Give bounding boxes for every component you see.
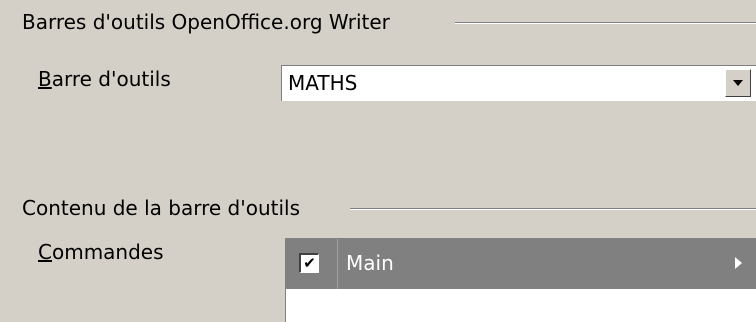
commands-list[interactable]: ✔ Main [285,238,756,322]
chevron-right-icon[interactable] [735,257,742,269]
group-title-toolbars: Barres d'outils OpenOffice.org Writer [22,10,398,34]
group-title-toolbar-content: Contenu de la barre d'outils [22,196,309,220]
list-item-label: Main [346,251,394,275]
toolbar-label-text: arre d'outils [51,67,171,91]
toolbar-select-value: MATHS [288,71,358,95]
commands-label-accelerator: C [38,240,52,264]
chevron-down-icon [733,80,743,86]
group-separator-toolbars [455,22,756,24]
toolbar-label: Barre d'outils [38,67,171,91]
commands-label-text: ommandes [51,240,164,264]
toolbar-select-dropdown-button[interactable] [725,69,751,97]
list-item-checkbox[interactable]: ✔ [299,253,319,273]
commands-label: Commandes [38,240,164,264]
list-item-check-cell: ✔ [286,239,338,289]
toolbar-customize-dialog: Barres d'outils OpenOffice.org Writer Ba… [0,0,756,322]
group-separator-toolbar-content [350,208,756,210]
toolbar-label-accelerator: B [38,67,52,91]
toolbar-select[interactable]: MATHS [281,65,756,101]
list-item[interactable]: ✔ Main [286,239,756,289]
